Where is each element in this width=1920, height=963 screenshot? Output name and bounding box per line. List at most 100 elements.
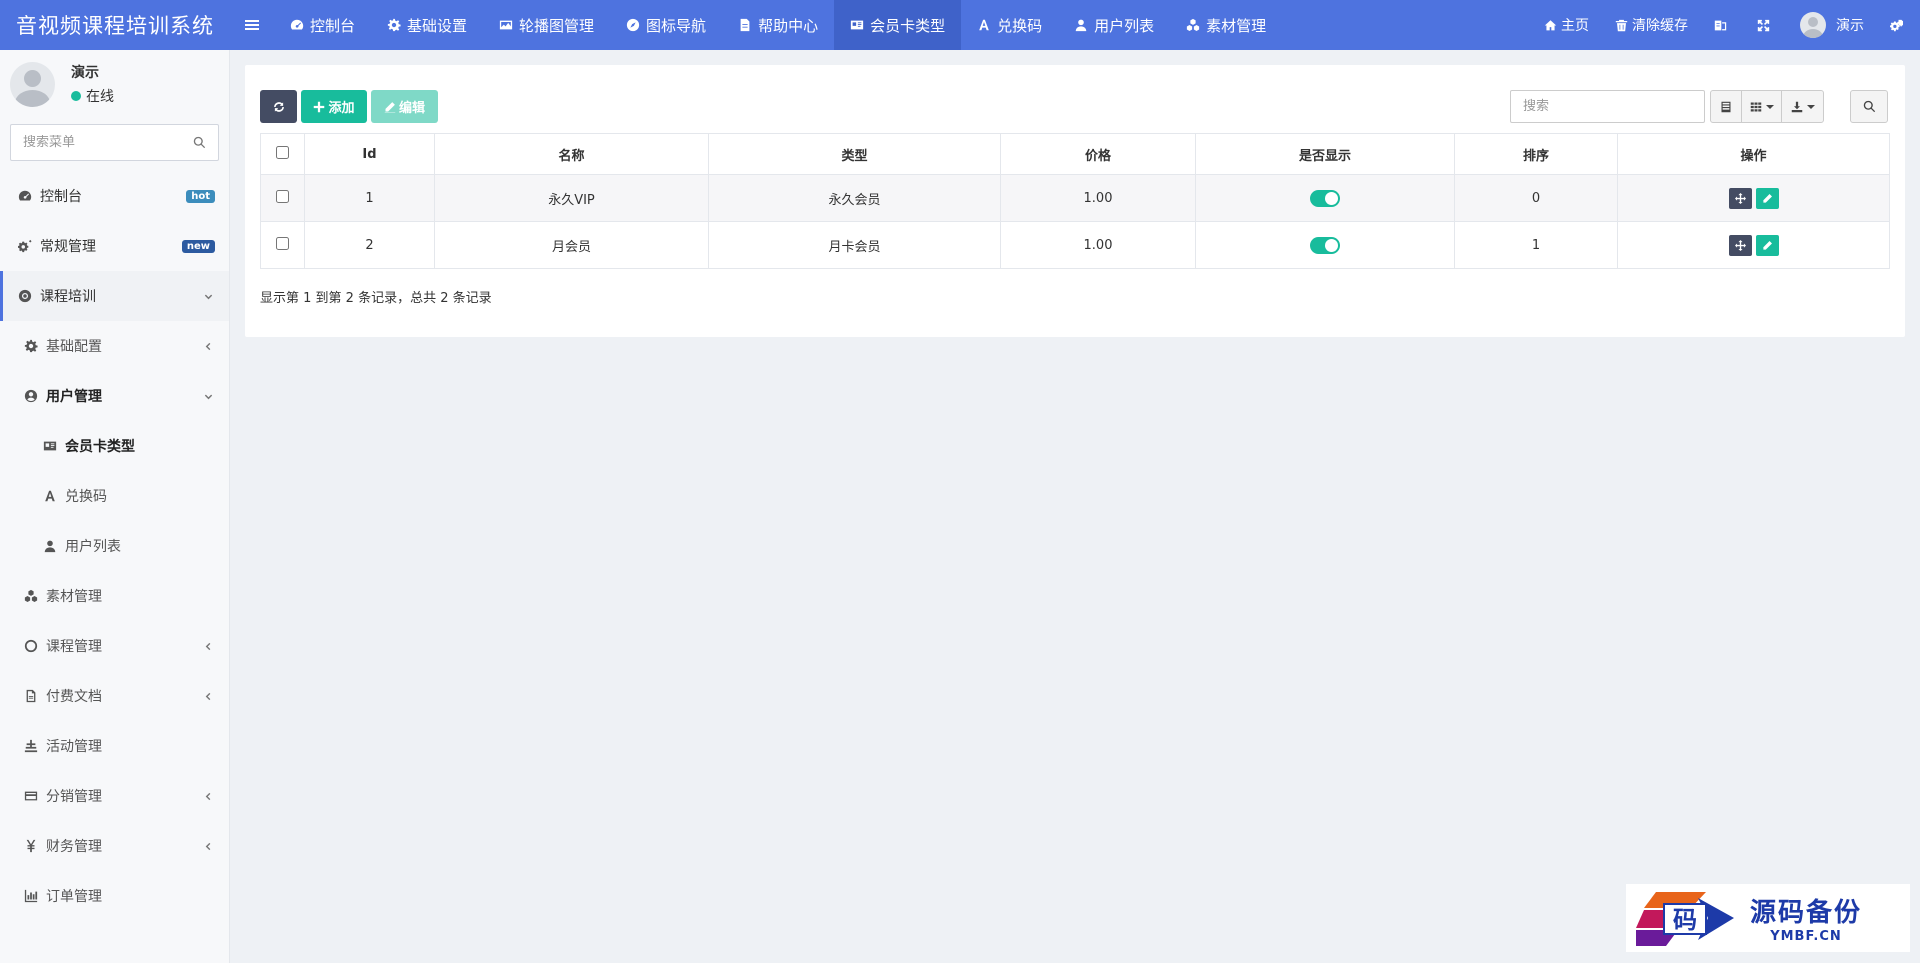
settings-button[interactable]	[1877, 0, 1920, 50]
row-select-cell	[260, 174, 305, 222]
sidebar-item-distribution[interactable]: 分销管理	[0, 771, 229, 821]
user-icon	[1075, 19, 1087, 32]
sidebar-item-paid-docs[interactable]: 付费文档	[0, 671, 229, 721]
clear-cache-button[interactable]: 清除缓存	[1602, 0, 1701, 50]
topnav-item-basic-settings[interactable]: 基础设置	[371, 0, 483, 50]
column-header[interactable]: 是否显示	[1195, 133, 1455, 175]
app-title[interactable]: 音视频课程培训系统	[0, 0, 230, 50]
topnav-item-dashboard[interactable]: 控制台	[274, 0, 371, 50]
cell-id: 2	[304, 221, 435, 269]
caret-down-icon	[1765, 104, 1774, 109]
fullscreen-button[interactable]	[1744, 0, 1787, 50]
user-menu[interactable]: 演示	[1787, 0, 1877, 50]
search-icon[interactable]	[193, 136, 206, 149]
refresh-button[interactable]	[260, 90, 297, 123]
new-badge: new	[181, 239, 215, 253]
sidebar-item-materials[interactable]: 素材管理	[0, 571, 229, 621]
home-link[interactable]: 主页	[1531, 0, 1602, 50]
life-ring-icon	[18, 289, 32, 303]
sidebar-item-dashboard[interactable]: 控制台 hot	[0, 171, 229, 221]
columns-dropdown[interactable]	[1742, 91, 1782, 122]
logo-text: 源码备份 YMBF.CN	[1750, 892, 1862, 944]
add-button[interactable]: 添加	[301, 90, 367, 123]
edit-label: 编辑	[398, 101, 425, 116]
sidebar-item-label: 会员卡类型	[65, 439, 135, 455]
sidebar-item-user-list[interactable]: 用户列表	[0, 521, 229, 571]
sidebar-item-user-management[interactable]: 用户管理	[0, 371, 229, 421]
column-header[interactable]: 类型	[708, 133, 1001, 175]
add-label: 添加	[328, 101, 355, 116]
topnav-item-card-type[interactable]: 会员卡类型	[834, 0, 962, 50]
topnav-label: 图标导航	[646, 16, 707, 35]
column-header[interactable]: 价格	[1000, 133, 1196, 175]
grid-icon	[1750, 102, 1761, 111]
data-table: Id 名称 类型 价格 是否显示 排序 操作 1 永久VIP 永久会员 1.00…	[260, 133, 1890, 269]
column-header[interactable]: Id	[304, 133, 435, 175]
table-row[interactable]: 2 月会员 月卡会员 1.00 1	[260, 221, 1890, 269]
export-dropdown[interactable]	[1782, 91, 1823, 122]
topnav-item-carousel[interactable]: 轮播图管理	[483, 0, 610, 50]
activity-icon	[24, 739, 38, 753]
cubes-icon	[1187, 18, 1200, 31]
sidebar-search-input[interactable]	[23, 135, 193, 150]
sidebar-toggle-button[interactable]	[230, 0, 274, 50]
drag-sort-button[interactable]	[1728, 234, 1752, 256]
table-search-input[interactable]	[1510, 90, 1705, 123]
edit-button[interactable]: 编辑	[371, 90, 438, 123]
row-edit-button[interactable]	[1755, 187, 1779, 209]
sidebar-item-label: 用户列表	[65, 539, 121, 555]
table-tools	[1710, 90, 1824, 123]
column-header: 操作	[1617, 133, 1890, 175]
sidebar-item-general[interactable]: 常规管理 new	[0, 221, 229, 271]
topnav-item-materials[interactable]: 素材管理	[1170, 0, 1282, 50]
file-icon	[26, 689, 36, 703]
column-header[interactable]: 排序	[1454, 133, 1618, 175]
user-status: 在线	[71, 86, 114, 106]
column-header[interactable]: 名称	[434, 133, 709, 175]
toggle-view-button[interactable]	[1711, 91, 1742, 122]
compass-icon	[626, 18, 640, 32]
cell-actions	[1617, 221, 1890, 269]
sidebar-item-label: 财务管理	[46, 839, 102, 855]
topnav-item-help[interactable]: 帮助中心	[722, 0, 834, 50]
row-edit-button[interactable]	[1755, 234, 1779, 256]
table-view-icon	[1721, 101, 1731, 112]
chevron-down-icon	[204, 394, 213, 399]
chevron-left-icon	[205, 342, 211, 350]
select-all-checkbox[interactable]	[276, 145, 289, 159]
sidebar-item-orders[interactable]: 订单管理	[0, 871, 229, 921]
id-card-icon	[43, 441, 57, 451]
drag-sort-button[interactable]	[1728, 187, 1752, 209]
sidebar-item-card-type[interactable]: 会员卡类型	[0, 421, 229, 471]
table-row[interactable]: 1 永久VIP 永久会员 1.00 0	[260, 174, 1890, 222]
sidebar-item-redeem-code[interactable]: 兑换码	[0, 471, 229, 521]
sidebar-item-activities[interactable]: 活动管理	[0, 721, 229, 771]
sidebar-item-label: 付费文档	[46, 689, 102, 705]
topnav-item-icon-nav[interactable]: 图标导航	[610, 0, 722, 50]
cell-price: 1.00	[1000, 174, 1196, 222]
advanced-search-button[interactable]	[1850, 90, 1888, 123]
topnav-item-redeem-code[interactable]: 兑换码	[961, 0, 1058, 50]
image-icon	[499, 20, 513, 30]
show-toggle-switch[interactable]	[1310, 236, 1340, 254]
row-checkbox[interactable]	[276, 236, 289, 250]
show-toggle-switch[interactable]	[1310, 189, 1340, 207]
language-button[interactable]	[1701, 0, 1744, 50]
topnav-label: 会员卡类型	[870, 16, 946, 35]
row-checkbox[interactable]	[276, 189, 289, 203]
sidebar-item-course-training[interactable]: 课程培训	[0, 271, 229, 321]
pencil-icon	[1762, 240, 1772, 250]
gear-icon	[24, 339, 38, 353]
cell-type: 月卡会员	[708, 221, 1001, 269]
sidebar-item-finance[interactable]: 财务管理	[0, 821, 229, 871]
sidebar-item-course-management[interactable]: 课程管理	[0, 621, 229, 671]
row-select-cell	[260, 221, 305, 269]
chevron-left-icon	[205, 692, 211, 700]
topnav-item-user-list[interactable]: 用户列表	[1058, 0, 1170, 50]
translate-icon	[1714, 20, 1727, 30]
content-panel: 添加 编辑 Id 名称 类型 价格	[245, 65, 1905, 337]
topnav-label: 帮助中心	[758, 16, 819, 35]
site-logo-watermark: 码 源码备份 YMBF.CN	[1626, 884, 1910, 952]
logo-subtitle: YMBF.CN	[1770, 929, 1842, 944]
sidebar-item-basic-config[interactable]: 基础配置	[0, 321, 229, 371]
